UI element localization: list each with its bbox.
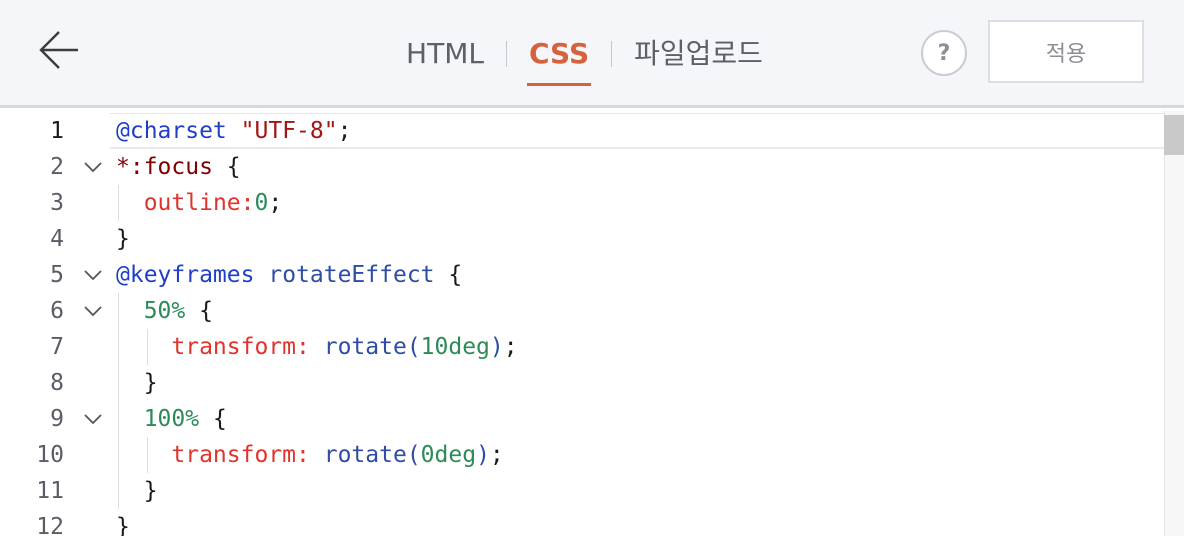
gutter-line: 5 (0, 257, 110, 293)
chevron-down-icon[interactable] (82, 149, 104, 185)
code-token: ; (268, 190, 283, 216)
code-token: "UTF-8" (240, 118, 338, 144)
tab-css[interactable]: CSS (526, 34, 592, 86)
code-token: rotate( (323, 334, 421, 360)
line-number: 8 (50, 370, 64, 396)
line-number: 1 (50, 118, 64, 144)
code-line[interactable]: } (116, 365, 158, 401)
gutter-line: 1 (0, 113, 110, 149)
chevron-down-icon[interactable] (82, 401, 104, 437)
code-token: 50% (143, 298, 186, 324)
code-token: ; (503, 334, 518, 360)
gutter-line: 7 (0, 329, 110, 365)
indent-guide (147, 437, 149, 473)
code-token: } (116, 370, 158, 396)
code-token: @keyframes (116, 262, 255, 288)
code-line[interactable]: *:focus { (116, 149, 241, 185)
gutter-line: 10 (0, 437, 110, 473)
gutter-line: 11 (0, 473, 110, 509)
code-token: } (116, 514, 130, 536)
code-token: transform: (171, 334, 310, 360)
chevron-down-icon[interactable] (82, 257, 104, 293)
code-token: ; (337, 118, 352, 144)
code-line[interactable]: transform: rotate(0deg); (116, 437, 504, 473)
code-token: @charset (116, 118, 227, 144)
gutter-line: 2 (0, 149, 110, 185)
code-line[interactable]: outline:0; (116, 185, 283, 221)
gutter-line: 6 (0, 293, 110, 329)
editor-header: HTML CSS 파일업로드 ? 적용 (0, 0, 1184, 108)
gutter-line: 9 (0, 401, 110, 437)
code-token: 0deg (420, 442, 477, 468)
scrollbar-thumb[interactable] (1164, 115, 1184, 155)
code-token: rotate( (323, 442, 421, 468)
help-button[interactable]: ? (921, 30, 967, 76)
indent-guide (118, 185, 119, 221)
gutter-line: 4 (0, 221, 110, 257)
code-line[interactable]: } (116, 509, 130, 536)
code-line[interactable]: @keyframes rotateEffect { (116, 257, 462, 293)
code-token: 100% (143, 406, 200, 432)
vertical-scrollbar[interactable] (1164, 111, 1184, 536)
code-token: 0 (254, 190, 269, 216)
indent-guide (147, 329, 149, 365)
code-token: { (434, 262, 463, 288)
code-token: outline: (143, 190, 255, 216)
question-mark-icon: ? (937, 40, 951, 66)
line-number: 5 (50, 262, 64, 288)
line-number: 4 (50, 226, 64, 252)
code-line[interactable]: 50% { (116, 293, 213, 329)
apply-button[interactable]: 적용 (988, 20, 1144, 83)
code-token: *:focus (116, 154, 213, 180)
back-button[interactable] (36, 28, 82, 76)
line-number: 12 (36, 514, 64, 536)
indent-guide (118, 293, 119, 509)
code-token: transform: (171, 442, 310, 468)
code-token: rotateEffect (268, 262, 435, 288)
line-number: 6 (50, 298, 64, 324)
arrow-left-icon (38, 30, 80, 74)
chevron-down-icon[interactable] (82, 293, 104, 329)
code-token: { (185, 298, 213, 324)
line-number: 2 (50, 154, 64, 180)
line-number: 7 (50, 334, 64, 360)
code-token: ; (489, 442, 504, 468)
code-line[interactable]: } (116, 473, 158, 509)
code-token: } (116, 478, 158, 504)
code-editor[interactable]: 1 @charset "UTF-8"; 2 *:focus {3 outline:0;… (0, 111, 1184, 536)
code-line[interactable]: @charset "UTF-8"; (116, 113, 351, 149)
gutter-line: 12 (0, 509, 110, 536)
code-line[interactable]: transform: rotate(10deg); (116, 329, 518, 365)
code-token: { (212, 154, 241, 180)
code-token: ) (489, 334, 504, 360)
code-line[interactable]: 100% { (116, 401, 227, 437)
gutter-line: 3 (0, 185, 110, 221)
tab-html[interactable]: HTML (404, 34, 486, 74)
line-number: 11 (36, 478, 64, 504)
code-token: } (116, 226, 130, 252)
code-token: { (199, 406, 227, 432)
code-line[interactable]: } (116, 221, 130, 257)
line-number: 10 (36, 442, 64, 468)
line-number: 3 (50, 190, 64, 216)
line-number: 9 (50, 406, 64, 432)
tab-divider (611, 41, 613, 67)
code-token: ) (476, 442, 490, 468)
code-token: 10deg (420, 334, 490, 360)
tab-file-upload[interactable]: 파일업로드 (632, 34, 765, 74)
tab-divider (505, 41, 507, 67)
gutter-line: 8 (0, 365, 110, 401)
